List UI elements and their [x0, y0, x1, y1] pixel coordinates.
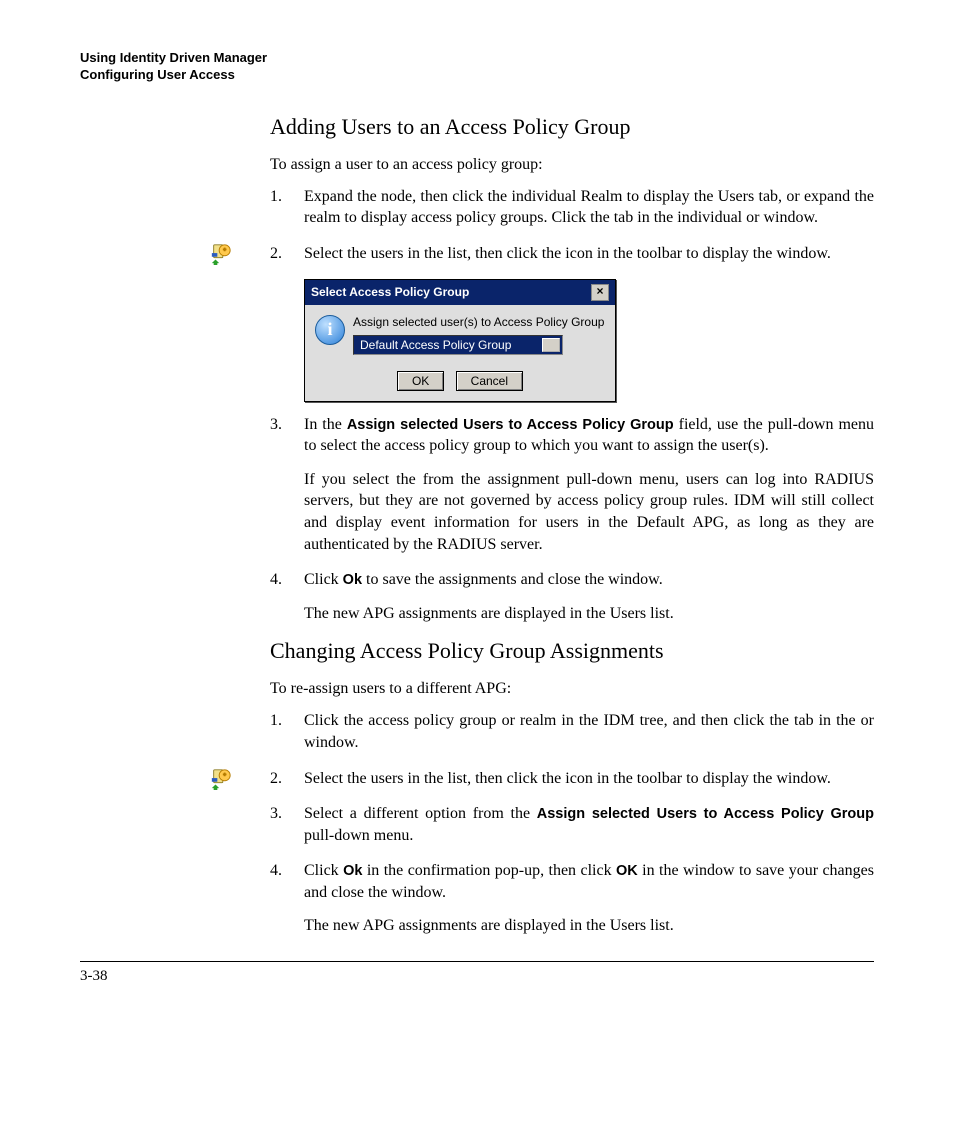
step-b2: Select the users in the list, then click… — [270, 768, 874, 790]
footer-rule — [80, 961, 874, 962]
step-a3: In the Assign selected Users to Access P… — [270, 414, 874, 556]
step-a2-text: Select the users in the list, then click… — [304, 245, 831, 262]
dialog-titlebar: Select Access Policy Group × — [305, 280, 615, 305]
dialog-label: Assign selected user(s) to Access Policy… — [353, 315, 605, 329]
step-a4-bold: Ok — [343, 572, 362, 588]
step-a3-prefix: In the — [304, 416, 347, 433]
step-a3-sub: If you select the from the assignment pu… — [304, 469, 874, 555]
step-a1: Expand the node, then click the individu… — [270, 186, 874, 229]
step-b4-sub: The new APG assignments are displayed in… — [304, 915, 874, 937]
step-b3-suffix: pull-down menu. — [304, 827, 413, 844]
step-b3-bold: Assign selected Users to Access Policy G… — [537, 806, 874, 822]
step-b3: Select a different option from the Assig… — [270, 803, 874, 846]
step-a2: Select the users in the list, then click… — [270, 243, 874, 265]
dialog-title-text: Select Access Policy Group — [311, 285, 469, 299]
apg-select-value: Default Access Policy Group — [360, 338, 511, 352]
select-apg-dialog: Select Access Policy Group × i Assign se… — [304, 279, 616, 402]
apg-select[interactable]: Default Access Policy Group — [353, 335, 563, 355]
section-a-steps: Expand the node, then click the individu… — [270, 186, 874, 265]
close-icon[interactable]: × — [591, 284, 609, 301]
step-b2-text: Select the users in the list, then click… — [304, 770, 831, 787]
ok-button[interactable]: OK — [397, 371, 444, 391]
header-line-1: Using Identity Driven Manager — [80, 50, 874, 67]
cancel-button[interactable]: Cancel — [456, 371, 523, 391]
step-a3-bold: Assign selected Users to Access Policy G… — [347, 417, 674, 433]
step-a4-sub: The new APG assignments are displayed in… — [304, 603, 874, 625]
step-b4-b: Ok — [343, 863, 362, 879]
assign-user-icon — [210, 243, 232, 265]
section-b-steps: Click the access policy group or realm i… — [270, 710, 874, 937]
section-a-intro: To assign a user to an access policy gro… — [270, 156, 874, 174]
dialog-figure: Select Access Policy Group × i Assign se… — [304, 279, 874, 402]
step-a4-prefix: Click — [304, 571, 343, 588]
section-b-intro: To re-assign users to a different APG: — [270, 680, 874, 698]
step-b1: Click the access policy group or realm i… — [270, 710, 874, 753]
step-b4-c: in the confirmation pop-up, then click — [362, 862, 616, 879]
header-line-2: Configuring User Access — [80, 67, 874, 84]
assign-user-icon — [210, 768, 232, 790]
section-title-adding-users: Adding Users to an Access Policy Group — [270, 114, 874, 140]
page-number: 3-38 — [80, 968, 874, 985]
section-title-changing: Changing Access Policy Group Assignments — [270, 638, 874, 664]
step-a4-suffix: to save the assignments and close the wi… — [362, 571, 663, 588]
step-b4-a: Click — [304, 862, 343, 879]
step-a4: Click Ok to save the assignments and clo… — [270, 569, 874, 624]
step-b4-d: OK — [616, 863, 638, 879]
step-b3-prefix: Select a different option from the — [304, 805, 537, 822]
section-a-steps-cont: In the Assign selected Users to Access P… — [270, 414, 874, 625]
page-header: Using Identity Driven Manager Configurin… — [80, 50, 874, 84]
main-content: Adding Users to an Access Policy Group T… — [270, 114, 874, 937]
step-b4: Click Ok in the confirmation pop-up, the… — [270, 860, 874, 937]
info-icon: i — [315, 315, 345, 345]
